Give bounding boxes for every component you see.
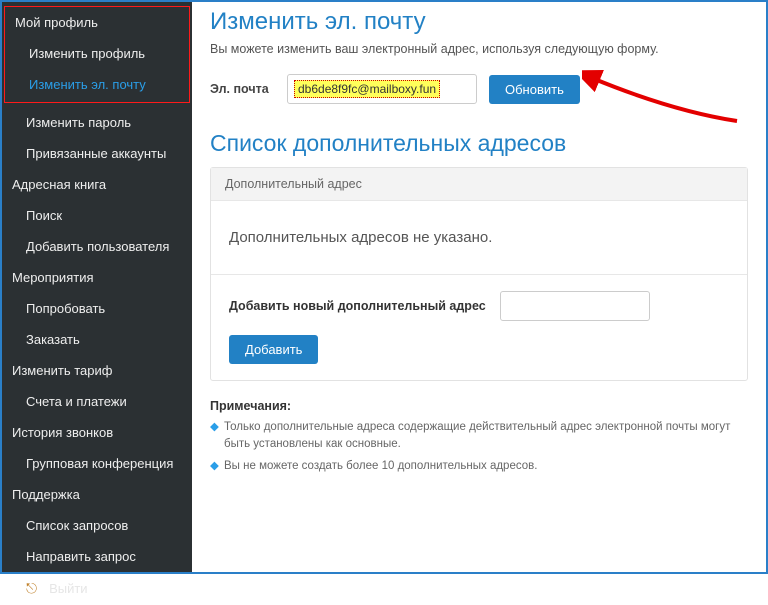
extra-addresses-panel: Дополнительный адрес Дополнительных адре… [210,167,748,381]
nav-change-plan[interactable]: Изменить тариф [2,355,192,386]
add-address-input[interactable] [500,291,650,321]
email-form-row: Эл. почта db6de8f9fc@mailboxy.fun Обнови… [210,74,748,104]
nav-logout[interactable]: ⎋ Выйти [2,572,192,605]
nav-change-password[interactable]: Изменить пароль [2,107,192,138]
sidebar: Мой профиль Изменить профиль Изменить эл… [2,2,192,572]
nav-tickets[interactable]: Список запросов [2,510,192,541]
bullet-icon: ◆ [210,419,218,454]
nav-try[interactable]: Попробовать [2,293,192,324]
nav-logout-label: Выйти [49,581,88,596]
nav-edit-profile[interactable]: Изменить профиль [5,38,189,69]
panel-empty-text: Дополнительных адресов не указано. [211,201,747,274]
nav-edit-email[interactable]: Изменить эл. почту [5,69,189,100]
logout-icon: ⎋ [26,580,37,597]
note-item-2: ◆ Вы не можете создать более 10 дополнит… [210,458,748,475]
note-2-text: Вы не можете создать более 10 дополнител… [224,458,537,475]
nav-billing[interactable]: Счета и платежи [2,386,192,417]
nav-new-ticket[interactable]: Направить запрос [2,541,192,572]
panel-footer: Добавить новый дополнительный адрес Доба… [211,274,747,380]
panel-header: Дополнительный адрес [211,168,747,201]
nav-events[interactable]: Мероприятия [2,262,192,293]
nav-add-user[interactable]: Добавить пользователя [2,231,192,262]
nav-address-book[interactable]: Адресная книга [2,169,192,200]
update-button[interactable]: Обновить [489,75,580,104]
notes-heading: Примечания: [210,399,748,413]
nav-call-history[interactable]: История звонков [2,417,192,448]
nav-order[interactable]: Заказать [2,324,192,355]
email-label: Эл. почта [210,82,275,96]
extra-addresses-title: Список дополнительных адресов [210,130,748,157]
add-address-label: Добавить новый дополнительный адрес [229,299,486,313]
nav-group-conference[interactable]: Групповая конференция [2,448,192,479]
email-input[interactable]: db6de8f9fc@mailboxy.fun [287,74,477,104]
note-1-text: Только дополнительные адреса содержащие … [224,419,748,454]
bullet-icon: ◆ [210,458,218,475]
profile-group-highlight: Мой профиль Изменить профиль Изменить эл… [4,6,190,103]
notes-section: Примечания: ◆ Только дополнительные адре… [210,399,748,475]
nav-search[interactable]: Поиск [2,200,192,231]
note-item-1: ◆ Только дополнительные адреса содержащи… [210,419,748,454]
nav-my-profile[interactable]: Мой профиль [5,7,189,38]
nav-linked-accounts[interactable]: Привязанные аккаунты [2,138,192,169]
nav-support[interactable]: Поддержка [2,479,192,510]
main-content: Изменить эл. почту Вы можете изменить ва… [192,2,766,572]
page-desc: Вы можете изменить ваш электронный адрес… [210,42,748,56]
add-button[interactable]: Добавить [229,335,318,364]
email-value-highlight: db6de8f9fc@mailboxy.fun [294,80,440,98]
page-title: Изменить эл. почту [210,8,748,36]
